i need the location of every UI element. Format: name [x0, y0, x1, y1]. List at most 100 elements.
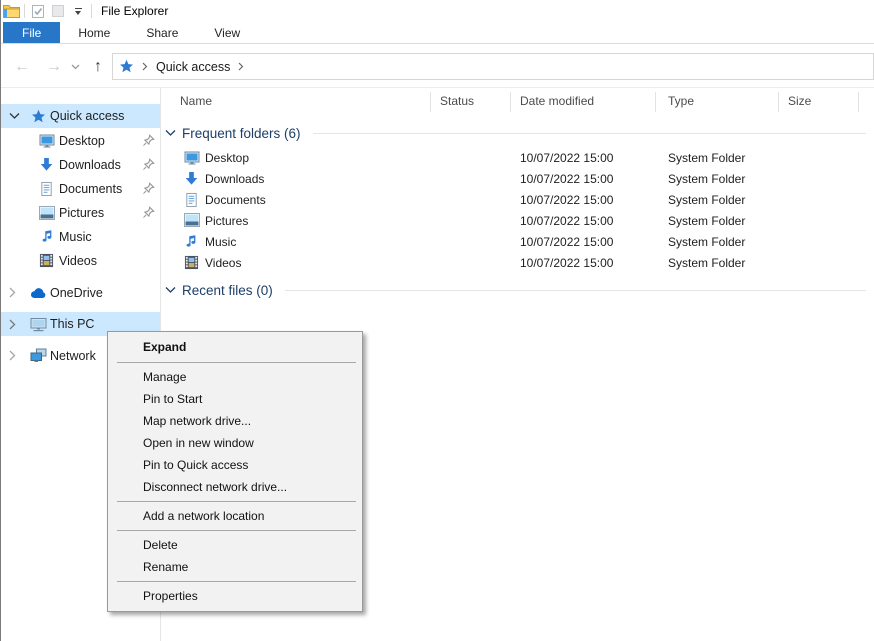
column-resize-handle[interactable] — [778, 92, 779, 112]
file-row-music[interactable]: Music 10/07/2022 15:00 System Folder — [161, 232, 874, 253]
file-explorer-window: File Explorer File Home Share View ← → ↑… — [0, 0, 874, 641]
desktop-icon — [38, 132, 55, 149]
file-date-modified: 10/07/2022 15:00 — [520, 235, 613, 249]
properties-button[interactable] — [28, 2, 48, 20]
menu-item-add-network-location[interactable]: Add a network location — [108, 505, 362, 527]
column-header-status[interactable]: Status — [440, 94, 474, 108]
context-menu-this-pc: Expand Manage Pin to Start Map network d… — [107, 331, 363, 612]
group-header-recent-files[interactable]: Recent files (0) — [165, 280, 866, 300]
tab-file[interactable]: File — [3, 22, 60, 43]
file-date-modified: 10/07/2022 15:00 — [520, 214, 613, 228]
address-box[interactable]: Quick access — [112, 53, 874, 80]
file-date-modified: 10/07/2022 15:00 — [520, 193, 613, 207]
documents-icon — [184, 192, 200, 208]
column-header-type[interactable]: Type — [668, 94, 694, 108]
column-resize-handle[interactable] — [655, 92, 656, 112]
group-header-label: Recent files (0) — [182, 283, 273, 298]
sidebar-item-music[interactable]: Music — [1, 225, 160, 248]
menu-item-expand[interactable]: Expand — [108, 335, 362, 359]
column-header-name[interactable]: Name — [180, 94, 212, 108]
chevron-down-icon — [165, 286, 176, 294]
tab-share[interactable]: Share — [128, 22, 196, 43]
customize-quick-access-toolbar-button[interactable] — [68, 2, 88, 20]
tab-view[interactable]: View — [196, 22, 258, 43]
menu-separator — [117, 530, 356, 531]
sidebar-item-onedrive[interactable]: OneDrive — [1, 281, 160, 304]
menu-item-open-in-new-window[interactable]: Open in new window — [108, 432, 362, 454]
column-header-date-modified[interactable]: Date modified — [520, 94, 594, 108]
menu-item-disconnect-network-drive[interactable]: Disconnect network drive... — [108, 476, 362, 498]
file-row-pictures[interactable]: Pictures 10/07/2022 15:00 System Folder — [161, 211, 874, 232]
file-type: System Folder — [668, 193, 745, 207]
file-name: Music — [205, 235, 236, 249]
chevron-right-icon[interactable] — [9, 318, 21, 330]
documents-icon — [38, 180, 55, 197]
ribbon-tab-bar: File Home Share View — [1, 22, 874, 44]
column-resize-handle[interactable] — [510, 92, 511, 112]
new-folder-button[interactable] — [48, 2, 68, 20]
group-header-rule — [285, 290, 866, 291]
toolbar-separator — [91, 4, 92, 18]
column-resize-handle[interactable] — [430, 92, 431, 112]
sidebar-item-documents[interactable]: Documents — [1, 177, 160, 200]
quick-access-star-icon — [30, 108, 47, 125]
toolbar-separator — [24, 4, 25, 18]
forward-icon[interactable]: → — [41, 45, 67, 88]
sidebar-item-label: Music — [59, 230, 92, 244]
chevron-down-icon[interactable] — [9, 110, 21, 122]
menu-separator — [117, 581, 356, 582]
menu-item-properties[interactable]: Properties — [108, 585, 362, 607]
sidebar-item-quick-access[interactable]: Quick access — [1, 104, 160, 128]
file-type: System Folder — [668, 214, 745, 228]
chevron-right-icon[interactable] — [9, 350, 21, 362]
breadcrumb-chevron-icon[interactable] — [234, 62, 248, 71]
file-row-videos[interactable]: Videos 10/07/2022 15:00 System Folder — [161, 253, 874, 274]
downloads-icon — [38, 156, 55, 173]
column-header-size[interactable]: Size — [788, 94, 811, 108]
pin-icon — [142, 134, 156, 148]
chevron-down-icon — [165, 129, 176, 137]
sidebar-item-desktop[interactable]: Desktop — [1, 129, 160, 152]
address-bar-row: ← → ↑ Quick access — [1, 45, 874, 88]
chevron-right-icon[interactable] — [9, 287, 21, 299]
file-row-documents[interactable]: Documents 10/07/2022 15:00 System Folder — [161, 190, 874, 211]
network-icon — [30, 347, 47, 364]
file-type: System Folder — [668, 235, 745, 249]
file-row-downloads[interactable]: Downloads 10/07/2022 15:00 System Folder — [161, 169, 874, 190]
sidebar-item-videos[interactable]: Videos — [1, 249, 160, 272]
breadcrumb-chevron-icon[interactable] — [138, 62, 152, 71]
group-header-frequent-folders[interactable]: Frequent folders (6) — [165, 123, 866, 143]
customize-dropdown-icon — [75, 8, 82, 15]
file-type: System Folder — [668, 256, 745, 270]
group-header-label: Frequent folders (6) — [182, 126, 301, 141]
sidebar-item-label: Documents — [59, 182, 122, 196]
file-date-modified: 10/07/2022 15:00 — [520, 151, 613, 165]
menu-item-pin-to-start[interactable]: Pin to Start — [108, 388, 362, 410]
menu-item-manage[interactable]: Manage — [108, 366, 362, 388]
recent-locations-chevron-icon[interactable] — [67, 45, 83, 88]
file-name: Pictures — [205, 214, 248, 228]
menu-separator — [117, 362, 356, 363]
explorer-logo-icon — [1, 2, 21, 20]
menu-item-delete[interactable]: Delete — [108, 534, 362, 556]
sidebar-item-pictures[interactable]: Pictures — [1, 201, 160, 224]
column-header-row: Name Status Date modified Type Size — [161, 90, 874, 115]
file-row-desktop[interactable]: Desktop 10/07/2022 15:00 System Folder — [161, 148, 874, 169]
sidebar-item-downloads[interactable]: Downloads — [1, 153, 160, 176]
desktop-icon — [184, 150, 200, 166]
downloads-icon — [184, 171, 200, 187]
menu-item-pin-to-quick-access[interactable]: Pin to Quick access — [108, 454, 362, 476]
sidebar-item-label: This PC — [50, 317, 94, 331]
up-icon[interactable]: ↑ — [85, 45, 111, 88]
back-icon[interactable]: ← — [9, 45, 35, 88]
file-name: Documents — [205, 193, 266, 207]
tab-home[interactable]: Home — [60, 22, 128, 43]
music-icon — [38, 228, 55, 245]
title-bar: File Explorer — [1, 0, 874, 22]
column-resize-handle[interactable] — [858, 92, 859, 112]
sidebar-item-label: Videos — [59, 254, 97, 268]
breadcrumb-segment[interactable]: Quick access — [152, 60, 234, 74]
menu-item-rename[interactable]: Rename — [108, 556, 362, 578]
file-name: Downloads — [205, 172, 264, 186]
menu-item-map-network-drive[interactable]: Map network drive... — [108, 410, 362, 432]
